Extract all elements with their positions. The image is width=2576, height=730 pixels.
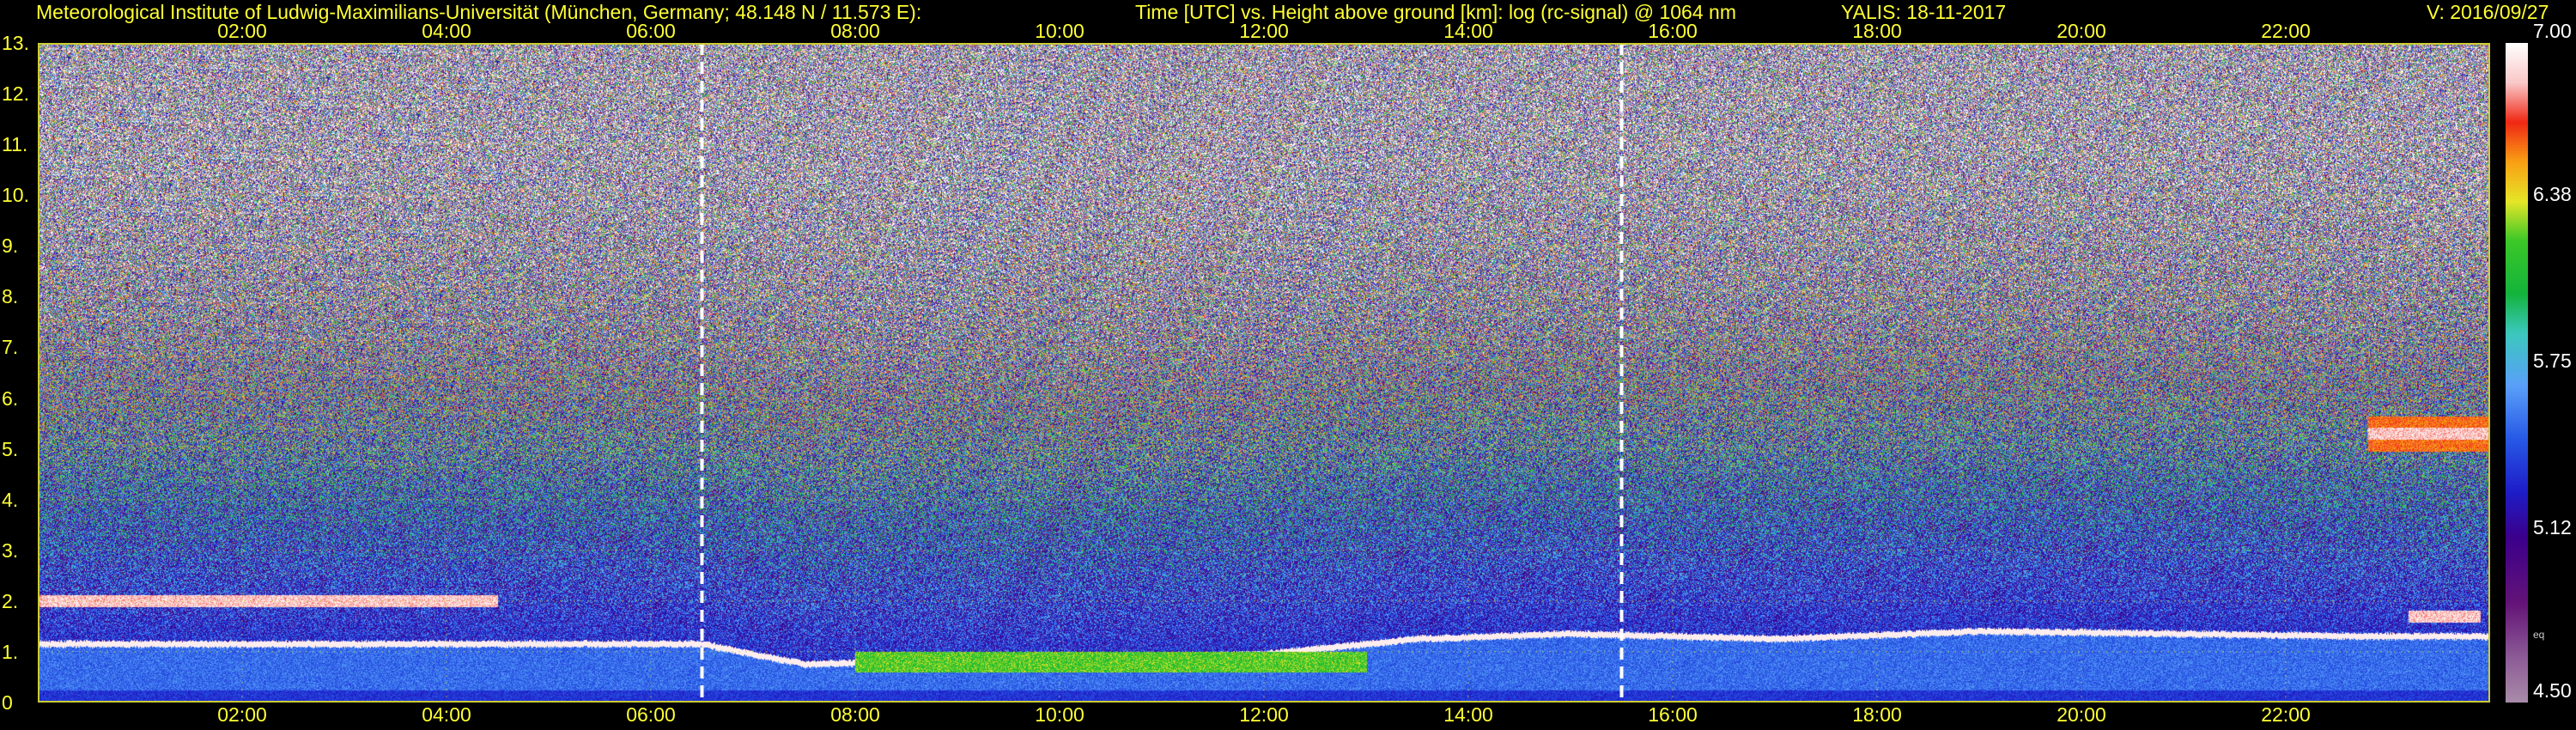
y-tick: 10.	[2, 184, 29, 207]
bottom-x-tick: 14:00	[1443, 703, 1493, 726]
colorbar-tick: 5.12	[2533, 515, 2572, 538]
bottom-x-axis: 02:00 04:00 06:00 08:00 10:00 12:00 14:00 16:00…	[0, 703, 2576, 730]
colorbar-note: eq	[2533, 629, 2545, 641]
colorbar-tick: 6.38	[2533, 183, 2572, 206]
y-tick: 4.	[2, 488, 19, 511]
y-tick: 9.	[2, 234, 19, 258]
bottom-x-tick: 22:00	[2261, 703, 2311, 726]
y-tick: 12.	[2, 82, 29, 106]
bottom-x-tick: 10:00	[1035, 703, 1084, 726]
plot-overlay	[38, 43, 2490, 703]
top-x-axis: 02:00 04:00 06:00 08:00 10:00 12:00 14:00 16:00…	[0, 19, 2576, 43]
top-x-tick: 08:00	[830, 20, 880, 42]
y-tick: 8.	[2, 285, 19, 308]
y-tick: 13.	[2, 32, 29, 54]
y-tick: 2.	[2, 589, 19, 612]
colorbar-tick: 7.00	[2533, 20, 2572, 42]
top-x-tick: 02:00	[217, 20, 267, 42]
bottom-x-tick: 08:00	[830, 703, 880, 726]
top-x-tick: 22:00	[2261, 20, 2311, 42]
top-x-tick: 10:00	[1035, 20, 1084, 42]
top-x-tick: 18:00	[1852, 20, 1902, 42]
y-tick: 7.	[2, 336, 19, 359]
colorbar	[2506, 43, 2528, 703]
bottom-x-tick: 20:00	[2057, 703, 2106, 726]
y-tick: 11.	[2, 133, 28, 156]
colorbar-tick: 5.75	[2533, 350, 2572, 372]
y-tick: 5.	[2, 437, 19, 460]
colorbar-tick: 4.50	[2533, 679, 2572, 702]
top-x-tick: 06:00	[626, 20, 676, 42]
top-x-tick: 12:00	[1239, 20, 1289, 42]
y-tick: 1.	[2, 640, 19, 663]
y-tick: 3.	[2, 538, 19, 562]
bottom-x-tick: 16:00	[1648, 703, 1698, 726]
bottom-x-tick: 12:00	[1239, 703, 1289, 726]
top-x-tick: 14:00	[1443, 20, 1493, 42]
y-tick: 6.	[2, 386, 19, 410]
top-x-tick: 16:00	[1648, 20, 1698, 42]
top-x-tick: 20:00	[2057, 20, 2106, 42]
bottom-x-tick: 04:00	[422, 703, 471, 726]
top-x-tick: 04:00	[422, 20, 471, 42]
bottom-x-tick: 18:00	[1852, 703, 1902, 726]
bottom-x-tick: 02:00	[217, 703, 267, 726]
bottom-x-tick: 06:00	[626, 703, 676, 726]
